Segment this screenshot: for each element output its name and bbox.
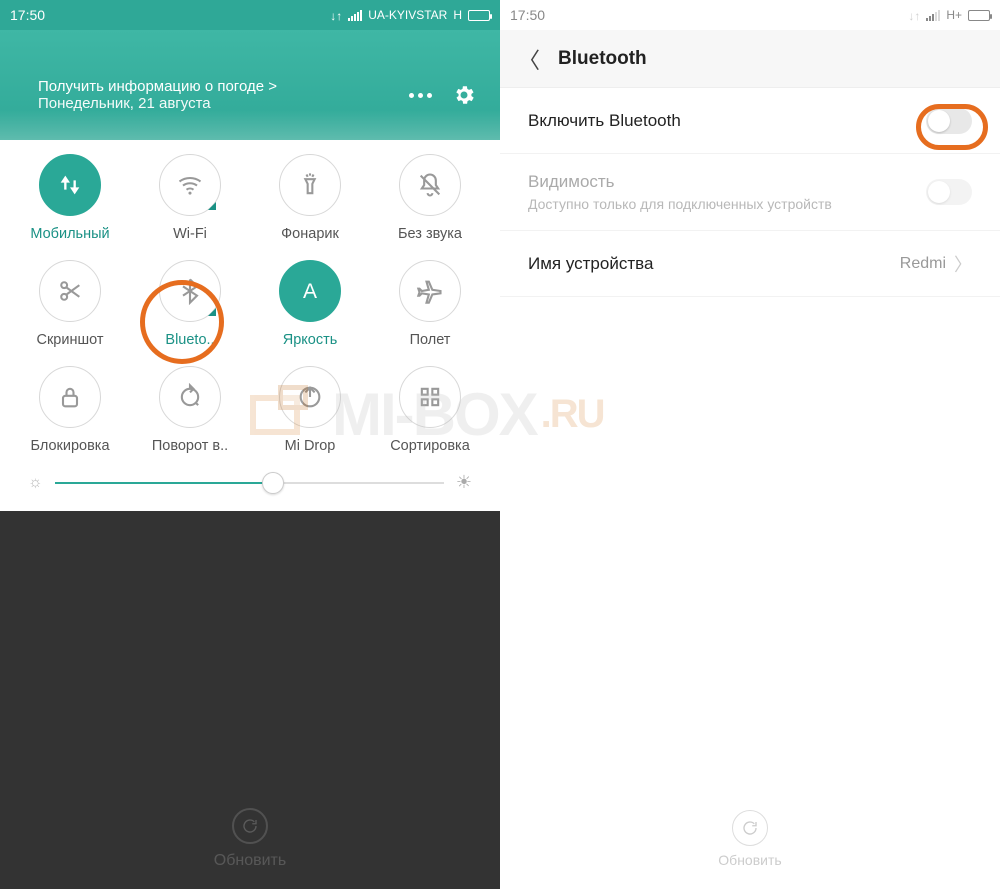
rotate-icon [159, 366, 221, 428]
settings-icon[interactable] [452, 83, 476, 107]
grid-icon [399, 366, 461, 428]
toggle-switch [926, 179, 972, 205]
brightness-slider[interactable]: ☼ ☀ [10, 472, 490, 493]
tile-lock[interactable]: Блокировка [16, 366, 124, 454]
tile-label: Скриншот [36, 332, 103, 348]
tile-flashlight[interactable]: Фонарик [256, 154, 364, 242]
annotation-highlight-bluetooth [140, 280, 224, 364]
letter-a-icon: A [279, 260, 341, 322]
setting-value: Redmi [900, 255, 946, 273]
battery-icon [468, 10, 490, 21]
brightness-low-icon: ☼ [28, 474, 43, 492]
bell-off-icon [399, 154, 461, 216]
tile-brightness[interactable]: A Яркость [256, 260, 364, 348]
tile-screenshot[interactable]: Скриншот [16, 260, 124, 348]
svg-text:A: A [303, 280, 317, 303]
battery-icon [968, 10, 990, 21]
tile-label: Блокировка [30, 438, 109, 454]
refresh-icon [732, 810, 768, 846]
refresh-label: Обновить [718, 852, 781, 868]
status-bar: 17:50 ↓↑ UA-KYIVSTAR H [0, 0, 500, 30]
signal-icon [348, 9, 362, 21]
quick-tiles: Мобильный Wi-Fi Фонарик [0, 140, 500, 511]
tile-rotate[interactable]: Поворот в.. [136, 366, 244, 454]
status-indicators: ↓↑ UA-KYIVSTAR H [330, 8, 490, 22]
tile-label: Без звука [398, 226, 462, 242]
tile-label: Полет [410, 332, 451, 348]
quick-settings-panel: 17:50 ↓↑ UA-KYIVSTAR H Получить информац… [0, 0, 500, 889]
status-indicators: ↓↑ H+ [908, 8, 990, 22]
status-time: 17:50 [10, 7, 330, 23]
setting-title: Имя устройства [528, 254, 900, 274]
midrop-icon [279, 366, 341, 428]
refresh-hint: Обновить [0, 789, 500, 889]
network-label: H+ [946, 8, 962, 22]
network-label: H [453, 8, 462, 22]
refresh-hint: Обновить [500, 789, 1000, 889]
expand-marker [208, 202, 216, 210]
settings-header: 〈 Bluetooth [500, 30, 1000, 88]
setting-title: Включить Bluetooth [528, 111, 926, 131]
tile-label: Сортировка [390, 438, 470, 454]
slider-thumb[interactable] [262, 472, 284, 494]
slider-track[interactable] [55, 482, 444, 484]
airplane-icon [399, 260, 461, 322]
refresh-label: Обновить [214, 852, 286, 870]
annotation-highlight-toggle [916, 104, 988, 150]
setting-visibility: Видимость Доступно только для подключенн… [500, 154, 1000, 231]
data-icon: ↓↑ [330, 9, 342, 21]
tile-label: Mi Drop [285, 438, 336, 454]
weather-block[interactable]: Получить информацию о погоде > Понедельн… [38, 78, 409, 112]
lock-icon [39, 366, 101, 428]
setting-subtitle: Доступно только для подключенных устройс… [528, 196, 926, 212]
bluetooth-settings-screen: 17:50 ↓↑ H+ 〈 Bluetooth Включить Bluetoo… [500, 0, 1000, 889]
status-bar: 17:50 ↓↑ H+ [500, 0, 1000, 30]
tile-mute[interactable]: Без звука [376, 154, 484, 242]
brightness-high-icon: ☀ [456, 472, 472, 493]
tile-label: Яркость [283, 332, 338, 348]
tile-sort[interactable]: Сортировка [376, 366, 484, 454]
page-title: Bluetooth [558, 48, 647, 70]
tile-wifi[interactable]: Wi-Fi [136, 154, 244, 242]
signal-icon [926, 9, 940, 21]
weather-prompt: Получить информацию о погоде > [38, 78, 409, 95]
tile-label: Wi-Fi [173, 226, 207, 242]
notification-header: Получить информацию о погоде > Понедельн… [0, 30, 500, 140]
data-updown-icon [39, 154, 101, 216]
scissors-icon [39, 260, 101, 322]
tile-label: Поворот в.. [152, 438, 228, 454]
back-button[interactable]: 〈 [518, 43, 540, 75]
refresh-icon [232, 808, 268, 844]
setting-device-name[interactable]: Имя устройства Redmi 〉 [500, 231, 1000, 297]
status-time: 17:50 [510, 7, 908, 23]
setting-title: Видимость [528, 172, 926, 192]
data-icon: ↓↑ [908, 9, 920, 21]
tile-label: Мобильный [30, 226, 109, 242]
more-icon[interactable] [409, 93, 432, 98]
carrier-label: UA-KYIVSTAR [368, 8, 447, 22]
tile-mobile-data[interactable]: Мобильный [16, 154, 124, 242]
tile-airplane[interactable]: Полет [376, 260, 484, 348]
tile-midrop[interactable]: Mi Drop [256, 366, 364, 454]
flashlight-icon [279, 154, 341, 216]
chevron-right-icon: 〉 [954, 251, 972, 277]
tile-label: Фонарик [281, 226, 339, 242]
